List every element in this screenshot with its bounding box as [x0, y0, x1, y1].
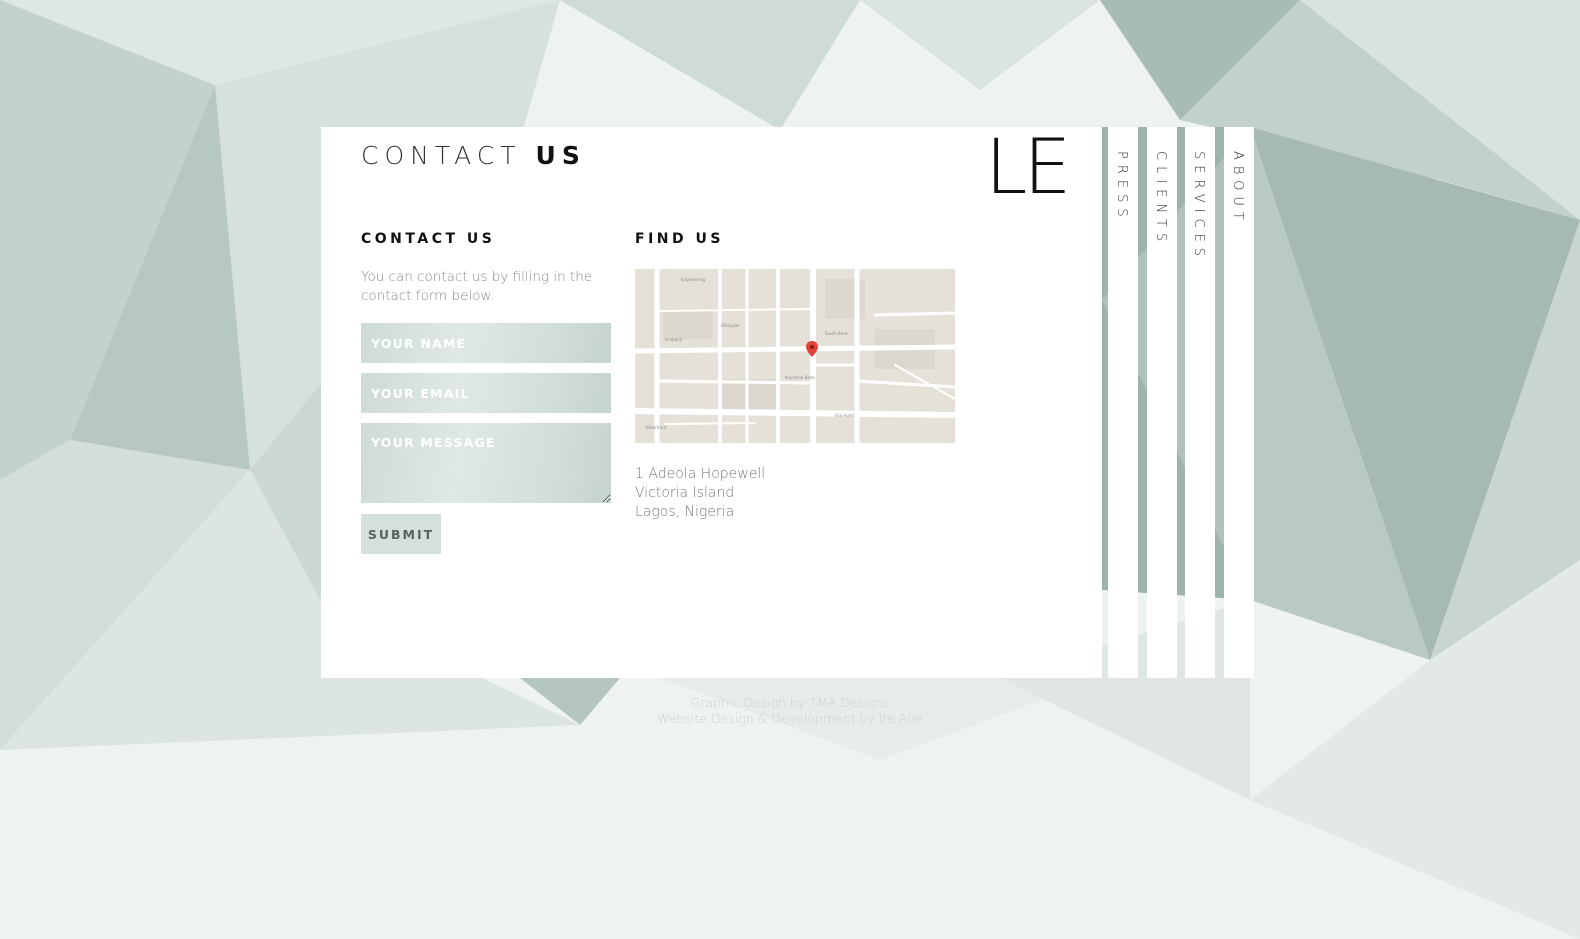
svg-text:Eko Hotel: Eko Hotel [835, 413, 854, 418]
content-panel: CONTACT US LE CONTACT US You can contact… [321, 127, 1102, 678]
nav-tab-services[interactable]: SERVICES [1185, 127, 1215, 678]
contact-intro-text: You can contact us by filling in the con… [361, 269, 593, 304]
nav-tab-label: SERVICES [1191, 151, 1206, 263]
address-block: 1 Adeola Hopewell Victoria Island Lagos,… [635, 465, 765, 522]
page-title: CONTACT US [361, 141, 586, 170]
site-logo[interactable]: LE [985, 129, 1071, 205]
footer-credits: Graphic Design by TMA Designs Website De… [0, 695, 1580, 727]
nav-tab-label: CLIENTS [1153, 151, 1168, 248]
name-input[interactable] [361, 323, 611, 363]
svg-text:Engineering: Engineering [681, 277, 705, 282]
address-line: Lagos, Nigeria [635, 504, 735, 520]
svg-text:Waterfront: Waterfront [645, 425, 667, 430]
page-title-bold: US [535, 141, 586, 170]
nav-tab-clients[interactable]: CLIENTS [1147, 127, 1177, 678]
map-graphic: Engineering Ethiopian Ecobank Keystone B… [635, 269, 955, 443]
nav-tab-about[interactable]: ABOUT [1224, 127, 1254, 678]
footer-web-credit[interactable]: Website Design & Development by Ire Ade [0, 711, 1580, 727]
contact-section-title: CONTACT US [361, 231, 496, 247]
find-section-title: FIND US [635, 231, 724, 247]
svg-text:Ecobank: Ecobank [665, 337, 683, 342]
location-map[interactable]: Engineering Ethiopian Ecobank Keystone B… [635, 269, 955, 443]
svg-text:Ethiopian: Ethiopian [721, 323, 740, 328]
nav-tab-label: PRESS [1114, 151, 1129, 223]
svg-text:South Bank: South Bank [825, 331, 849, 336]
address-line: 1 Adeola Hopewell [635, 466, 766, 482]
svg-text:Keystone Bank: Keystone Bank [785, 375, 815, 380]
submit-button[interactable]: SUBMIT [361, 514, 441, 554]
address-line: Victoria Island [635, 485, 735, 501]
page-title-light: CONTACT [361, 141, 522, 170]
message-textarea[interactable] [361, 423, 611, 503]
nav-tab-press[interactable]: PRESS [1108, 127, 1138, 678]
nav-tab-label: ABOUT [1230, 151, 1245, 226]
email-input[interactable] [361, 373, 611, 413]
footer-graphic-credit[interactable]: Graphic Design by TMA Designs [0, 695, 1580, 711]
